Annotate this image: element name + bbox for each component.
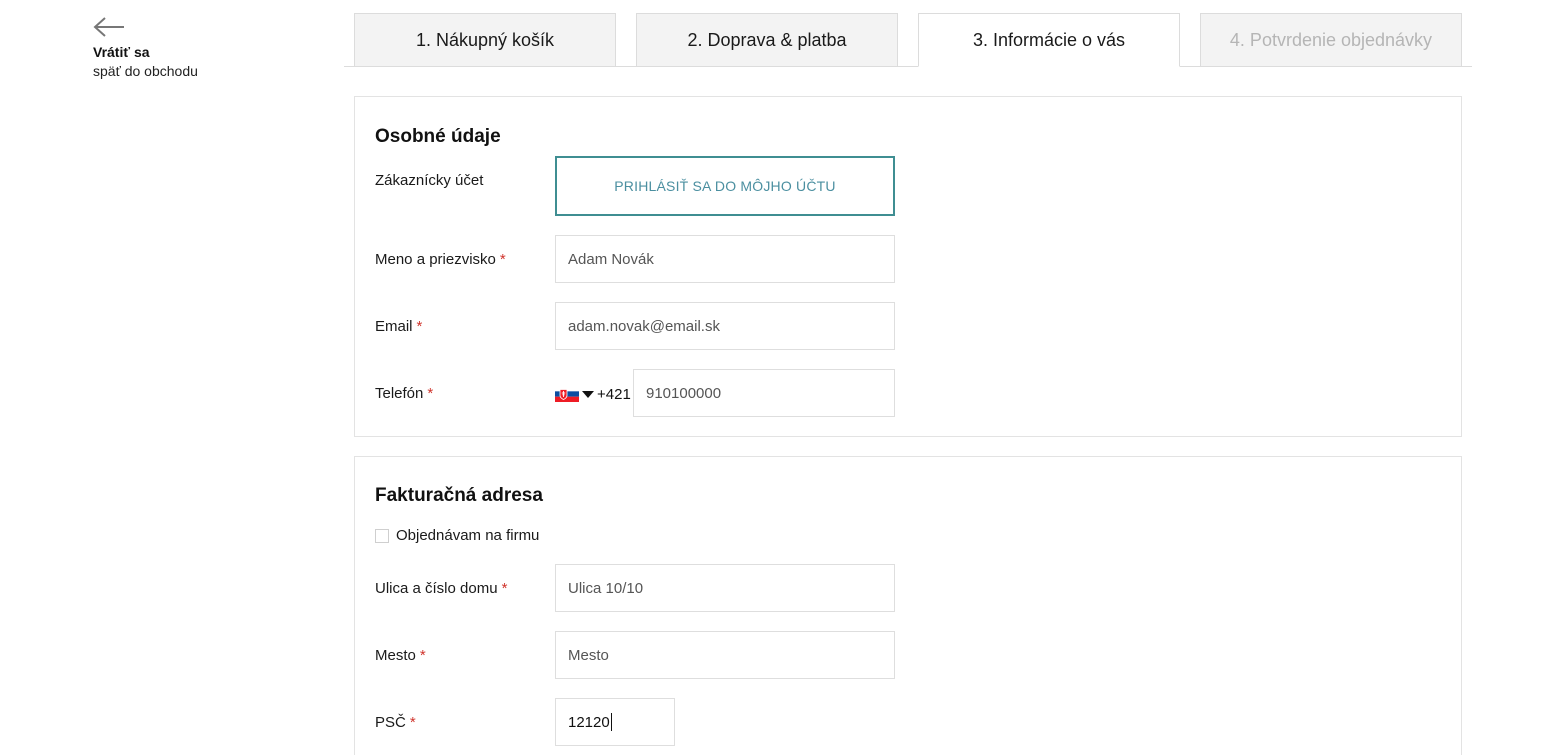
login-button[interactable]: PRIHLÁSIŤ SA DO MÔJHO ÚČTU xyxy=(555,156,895,216)
tab-customer-info[interactable]: 3. Informácie o vás xyxy=(918,13,1180,67)
required-mark: * xyxy=(499,251,506,268)
phone-prefix: +421 xyxy=(597,385,631,403)
personal-data-section: Osobné údaje Zákaznícky účet PRIHLÁSIŤ S… xyxy=(354,96,1462,437)
email-label: Email * xyxy=(375,318,423,335)
city-label: Mesto * xyxy=(375,647,426,664)
tab-shipping-payment[interactable]: 2. Doprava & platba xyxy=(636,13,898,67)
required-mark: * xyxy=(501,580,508,597)
required-mark: * xyxy=(416,318,423,335)
billing-address-title: Fakturačná adresa xyxy=(375,485,543,506)
billing-address-section: Fakturačná adresa Objednávam na firmu Ul… xyxy=(354,456,1462,755)
required-mark: * xyxy=(427,385,434,402)
back-link[interactable] xyxy=(93,16,125,38)
back-title[interactable]: Vrátiť sa xyxy=(93,44,150,60)
customer-account-label: Zákaznícky účet xyxy=(375,172,484,189)
tab-order-confirmation: 4. Potvrdenie objednávky xyxy=(1200,13,1462,67)
personal-data-title: Osobné údaje xyxy=(375,126,501,147)
zip-value: 12120 xyxy=(568,713,610,731)
text-cursor xyxy=(610,713,612,731)
chevron-down-icon[interactable] xyxy=(582,390,594,398)
slovakia-flag-icon xyxy=(555,386,579,402)
name-label: Meno a priezvisko * xyxy=(375,251,506,268)
tab-shopping-cart[interactable]: 1. Nákupný košík xyxy=(354,13,616,67)
zip-input[interactable]: 12120 xyxy=(555,698,675,746)
required-mark: * xyxy=(409,714,416,731)
city-input[interactable]: Mesto xyxy=(555,631,895,679)
company-checkbox-label[interactable]: Objednávam na firmu xyxy=(396,527,539,544)
zip-label: PSČ * xyxy=(375,714,416,731)
street-label: Ulica a číslo domu * xyxy=(375,580,508,597)
phone-label: Telefón * xyxy=(375,385,434,402)
name-input[interactable]: Adam Novák xyxy=(555,235,895,283)
street-input[interactable]: Ulica 10/10 xyxy=(555,564,895,612)
back-subtitle[interactable]: späť do obchodu xyxy=(93,63,198,79)
company-checkbox[interactable] xyxy=(375,529,389,543)
phone-input[interactable]: 910100000 xyxy=(633,369,895,417)
required-mark: * xyxy=(419,647,426,664)
email-input[interactable]: adam.novak@email.sk xyxy=(555,302,895,350)
arrow-left-icon[interactable] xyxy=(93,16,125,38)
phone-country-select[interactable]: +421 xyxy=(555,383,631,405)
